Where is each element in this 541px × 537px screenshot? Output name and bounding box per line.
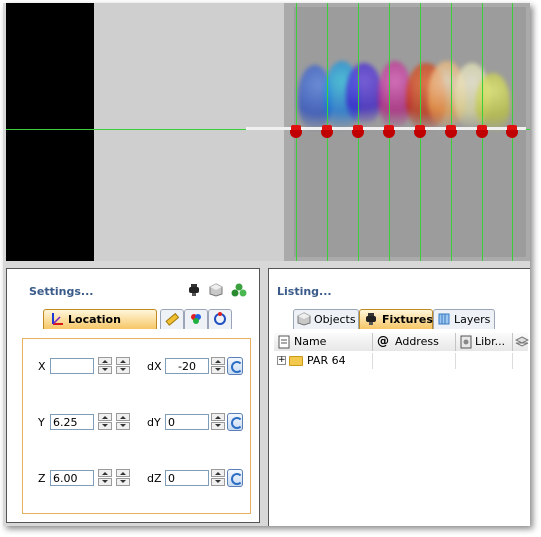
dy-apply-button[interactable] <box>227 413 243 431</box>
par-fixture[interactable] <box>383 125 395 139</box>
z-label: Z <box>38 472 46 485</box>
tab-fixtures-label: Fixtures <box>382 313 433 326</box>
cell-divider <box>455 353 456 369</box>
y-fine-spinner[interactable] <box>116 413 130 431</box>
settings-panel: Settings... Location X dX -20 Y 6.25 dY … <box>6 268 260 523</box>
z-input[interactable]: 6.00 <box>50 470 94 486</box>
app-window: Settings... Location X dX -20 Y 6.25 dY … <box>3 3 530 526</box>
dz-apply-button[interactable] <box>227 469 243 487</box>
tab-objects-label: Objects <box>314 313 356 326</box>
dx-apply-button[interactable] <box>227 357 243 375</box>
listing-title: Listing... <box>277 285 332 298</box>
par-fixture[interactable] <box>352 125 364 139</box>
column-divider[interactable] <box>512 333 513 351</box>
par-fixture[interactable] <box>290 125 302 139</box>
dy-input[interactable]: 0 <box>165 414 209 430</box>
list-icon <box>278 335 290 349</box>
at-icon: @ <box>377 334 389 348</box>
tab-layers-label: Layers <box>454 313 491 326</box>
cell-divider <box>512 353 513 369</box>
settings-title: Settings... <box>29 285 94 298</box>
x-label: X <box>38 360 46 373</box>
tab-objects[interactable]: Objects <box>293 309 359 329</box>
row-name: PAR 64 <box>307 354 346 367</box>
tab-dimensions[interactable] <box>160 309 184 329</box>
folder-icon <box>289 356 303 366</box>
tab-fixtures[interactable]: Fixtures <box>359 309 433 329</box>
cell-divider <box>372 353 373 369</box>
fixture-icon <box>366 313 376 325</box>
y-label: Y <box>38 416 45 429</box>
fixtures-table: + PAR 64 <box>274 351 528 523</box>
axes-icon <box>52 313 63 325</box>
library-icon <box>460 335 472 349</box>
column-address-label: Address <box>395 335 439 348</box>
x-input[interactable] <box>50 358 94 374</box>
tab-color[interactable] <box>184 309 208 329</box>
column-name[interactable]: Name <box>274 333 372 351</box>
dz-spinner[interactable] <box>211 469 225 487</box>
column-address[interactable]: @ Address <box>373 333 455 351</box>
light-beam <box>346 63 382 123</box>
par-fixture[interactable] <box>445 125 457 139</box>
y-coarse-spinner[interactable] <box>98 413 112 431</box>
x-coarse-spinner[interactable] <box>98 357 112 375</box>
rotate-icon <box>214 312 226 325</box>
cube-icon <box>297 312 311 326</box>
column-name-label: Name <box>294 335 327 348</box>
ruler-icon <box>165 312 179 326</box>
tab-layers[interactable]: Layers <box>433 309 495 329</box>
dx-spinner[interactable] <box>211 357 225 375</box>
column-library[interactable]: Libr... <box>456 333 512 351</box>
column-library-label: Libr... <box>475 335 506 348</box>
location-fields: X dX -20 Y 6.25 dY 0 Z 6.00 dZ 0 <box>22 338 251 514</box>
par-fixture[interactable] <box>506 125 518 139</box>
table-row[interactable]: + PAR 64 <box>274 353 528 369</box>
fixture-icon[interactable] <box>187 283 201 297</box>
layers-icon <box>438 313 450 325</box>
cube-icon[interactable] <box>209 283 223 297</box>
expand-toggle[interactable]: + <box>277 356 286 365</box>
table-header: Name @ Address Libr... <box>274 333 529 352</box>
tab-rotation[interactable] <box>208 309 232 329</box>
dz-input[interactable]: 0 <box>165 470 209 486</box>
viewport-floor <box>94 3 284 261</box>
x-fine-spinner[interactable] <box>116 357 130 375</box>
listing-panel: Listing... Objects Fixtures Layers Name … <box>268 268 530 526</box>
par-fixture[interactable] <box>414 125 426 139</box>
par-fixture[interactable] <box>321 125 333 139</box>
tab-location[interactable]: Location <box>43 309 157 329</box>
par-fixture[interactable] <box>476 125 488 139</box>
column-chooser-icon[interactable] <box>515 335 529 349</box>
dz-label: dZ <box>147 472 162 485</box>
tab-location-label: Location <box>68 313 121 326</box>
viewport-background-dark <box>6 3 94 261</box>
dx-input[interactable]: -20 <box>165 358 209 374</box>
z-fine-spinner[interactable] <box>116 469 130 487</box>
dy-spinner[interactable] <box>211 413 225 431</box>
dx-label: dX <box>147 360 162 373</box>
z-coarse-spinner[interactable] <box>98 469 112 487</box>
stage-viewport[interactable] <box>6 3 530 261</box>
dy-label: dY <box>147 416 161 429</box>
y-input[interactable]: 6.25 <box>50 414 94 430</box>
group-icon[interactable] <box>231 283 247 297</box>
color-wheel-icon <box>191 314 201 324</box>
